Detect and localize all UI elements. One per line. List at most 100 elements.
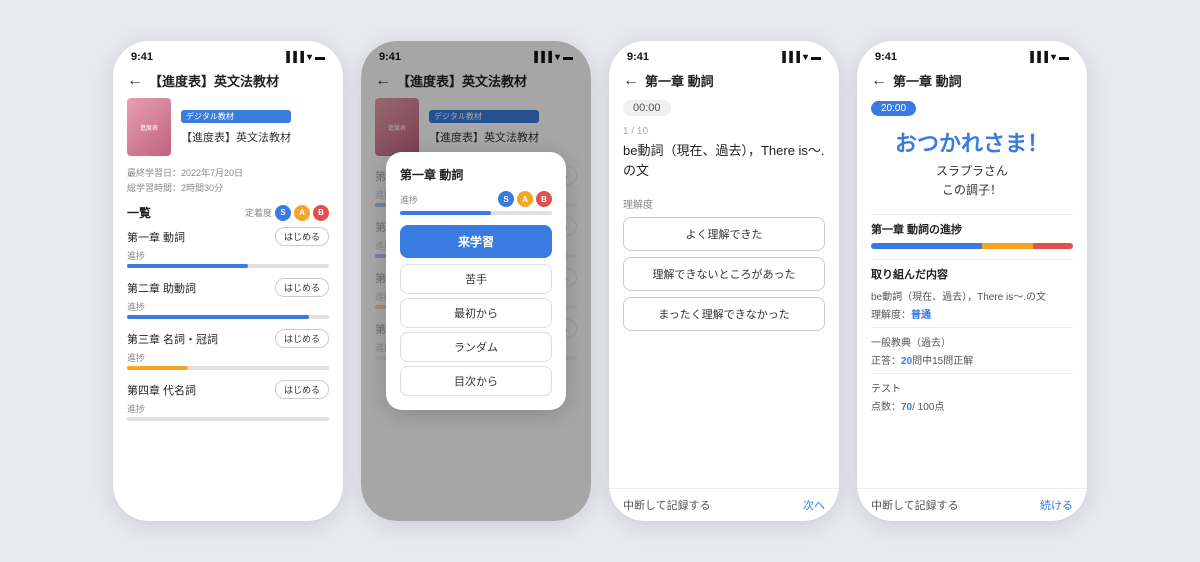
nav-title-3: 第一章 動詞 <box>645 71 714 90</box>
understanding-row-4: 理解度：普通 <box>871 306 1073 321</box>
modal-main-button[interactable]: 来学習 <box>400 225 552 258</box>
modal-overlay-2: 第一章 動詞 進捗 S A B 来学習 苦手 最初から ランダム 目次から <box>361 41 591 521</box>
hajimeru-btn-3[interactable]: はじめる <box>275 380 329 399</box>
progress-bg-0 <box>127 264 329 268</box>
test-score-row-4: 点数：70/ 100点 <box>871 398 1073 413</box>
understanding-label-3: 理解度 <box>623 196 825 211</box>
test-score-4: 70 <box>901 402 912 413</box>
status-icons-3: ▐▐▐ ▾ ▬ <box>779 52 821 63</box>
modal-sub-btn-3[interactable]: 目次から <box>400 366 552 396</box>
understanding-btn-2[interactable]: まったく理解できなかった <box>623 297 825 331</box>
nav-title-1: 【進度表】英文法教材 <box>149 71 279 90</box>
modal-chapter-title: 第一章 動詞 <box>400 166 552 183</box>
test-score-label-4: 点数： <box>871 402 901 413</box>
divider-4b <box>871 259 1073 260</box>
signal-icon: ▐▐▐ <box>283 52 304 63</box>
progress-label-3: 進捗 <box>127 402 329 415</box>
bottom-left-btn-3[interactable]: 中断して記録する <box>623 497 711 513</box>
timer-4: 20:00 <box>871 101 916 116</box>
wifi-icon: ▾ <box>307 52 312 63</box>
progress-fill-1 <box>127 315 309 319</box>
congrats-sub-4: スラプラさん この調子！ <box>871 162 1073 200</box>
hajimeru-btn-1[interactable]: はじめる <box>275 278 329 297</box>
chapter-progress-title-4: 第一章 動詞の進捗 <box>871 221 1073 237</box>
chapter-row-3: 第四章 代名詞 はじめる <box>127 380 329 399</box>
question-text-3: be動詞（現在、過去），There is〜.の文 <box>623 141 825 180</box>
hajimeru-btn-2[interactable]: はじめる <box>275 329 329 348</box>
modal-sub-btn-1[interactable]: 最初から <box>400 298 552 328</box>
badge-a-1: A <box>294 205 310 221</box>
last-study-1: 最終学習日：2022年7月20日 <box>127 166 329 179</box>
quiz-correct-4: 20 <box>901 356 912 367</box>
nav-bar-1: ← 【進度表】英文法教材 <box>113 67 343 98</box>
battery-icon-4: ▬ <box>1059 52 1069 63</box>
bottom-nav-3: 中断して記録する 次へ <box>609 488 839 521</box>
quiz-label-4: 一般教典（過去） <box>871 334 1073 349</box>
congrats-title-4: おつかれさま！ <box>871 126 1073 158</box>
phone-4: 9:41 ▐▐▐ ▾ ▬ ← 第一章 動詞 20:00 おつかれさま！ スラプラ… <box>857 41 1087 521</box>
modal-sub-btn-0[interactable]: 苦手 <box>400 264 552 294</box>
modal-badge-b: B <box>536 191 552 207</box>
chapter-name-1: 第二章 助動詞 <box>127 280 196 296</box>
book-thumb-1: 進度表 <box>127 98 171 156</box>
progress-seg-1 <box>982 243 1033 249</box>
understanding-btn-0[interactable]: よく理解できた <box>623 217 825 251</box>
phone-2: 9:41 ▐▐▐ ▾ ▬ ← 【進度表】英文法教材 進度表 デジタル教材 【進度… <box>361 41 591 521</box>
phone-content-3: 00:00 1 / 10 be動詞（現在、過去），There is〜.の文 理解… <box>609 98 839 488</box>
list-label-1: 一覧 <box>127 204 151 221</box>
divider-4d <box>871 373 1073 374</box>
chapter-name-3: 第四章 代名詞 <box>127 382 196 398</box>
status-bar-4: 9:41 ▐▐▐ ▾ ▬ <box>857 41 1087 67</box>
understanding-label-4: 理解度： <box>871 310 911 321</box>
back-button-3[interactable]: ← <box>623 72 639 90</box>
progress-label-1: 進捗 <box>127 300 329 313</box>
time-4: 9:41 <box>875 51 897 63</box>
battery-icon-3: ▬ <box>811 52 821 63</box>
back-button-1[interactable]: ← <box>127 72 143 90</box>
status-icons-1: ▐▐▐ ▾ ▬ <box>283 52 325 63</box>
question-counter-3: 1 / 10 <box>623 126 825 137</box>
modal-sub-btn-2[interactable]: ランダム <box>400 332 552 362</box>
chapter-item-0: 第一章 動詞 はじめる 進捗 <box>127 227 329 268</box>
progress-label-2: 進捗 <box>127 351 329 364</box>
progress-bg-3 <box>127 417 329 421</box>
bottom-right-btn-3[interactable]: 次へ <box>803 497 825 513</box>
textbook-info-1: デジタル教材 【進度表】英文法教材 <box>181 110 291 145</box>
quiz-result-row-4: 正答：20問中15問正解 <box>871 352 1073 367</box>
progress-label-0: 進捗 <box>127 249 329 262</box>
back-button-4[interactable]: ← <box>871 72 887 90</box>
textbook-title-1: 【進度表】英文法教材 <box>181 129 291 145</box>
content-name-4: be動詞（現在、過去），There is〜.の文 <box>871 288 1073 303</box>
textbook-card-1: 進度表 デジタル教材 【進度表】英文法教材 <box>127 98 329 156</box>
badge-b-1: B <box>313 205 329 221</box>
result-progress-bar-4 <box>871 243 1073 249</box>
modal-badge-a: A <box>517 191 533 207</box>
phone-3: 9:41 ▐▐▐ ▾ ▬ ← 第一章 動詞 00:00 1 / 10 be動詞（… <box>609 41 839 521</box>
chapter-name-0: 第一章 動詞 <box>127 229 185 245</box>
wifi-icon-3: ▾ <box>803 52 808 63</box>
divider-4c <box>871 327 1073 328</box>
chapter-row-2: 第三章 名詞・冠詞 はじめる <box>127 329 329 348</box>
modal-progress-row: 進捗 S A B <box>400 191 552 207</box>
nav-bar-3: ← 第一章 動詞 <box>609 67 839 98</box>
understanding-btn-1[interactable]: 理解できないところがあった <box>623 257 825 291</box>
digital-badge-1: デジタル教材 <box>181 110 291 123</box>
total-time-1: 総学習時間：2時間30分 <box>127 181 329 194</box>
modal-progress-bar <box>400 211 552 215</box>
signal-icon-4: ▐▐▐ <box>1027 52 1048 63</box>
bottom-right-btn-4[interactable]: 続ける <box>1040 497 1073 513</box>
section-header-1: 一覧 定着度 S A B <box>127 204 329 221</box>
progress-seg-2 <box>1033 243 1073 249</box>
phone-content-1: 進度表 デジタル教材 【進度表】英文法教材 最終学習日：2022年7月20日 総… <box>113 98 343 521</box>
nav-title-4: 第一章 動詞 <box>893 71 962 90</box>
bottom-left-btn-4[interactable]: 中断して記録する <box>871 497 959 513</box>
hajimeru-btn-0[interactable]: はじめる <box>275 227 329 246</box>
chapter-name-2: 第三章 名詞・冠詞 <box>127 331 218 347</box>
understanding-value-4: 普通 <box>911 310 931 321</box>
test-score-max-4: / 100点 <box>912 402 944 413</box>
modal-badge-row: S A B <box>498 191 552 207</box>
battery-icon: ▬ <box>315 52 325 63</box>
modal-progress-label: 進捗 <box>400 193 418 206</box>
progress-fill-0 <box>127 264 248 268</box>
progress-bg-2 <box>127 366 329 370</box>
